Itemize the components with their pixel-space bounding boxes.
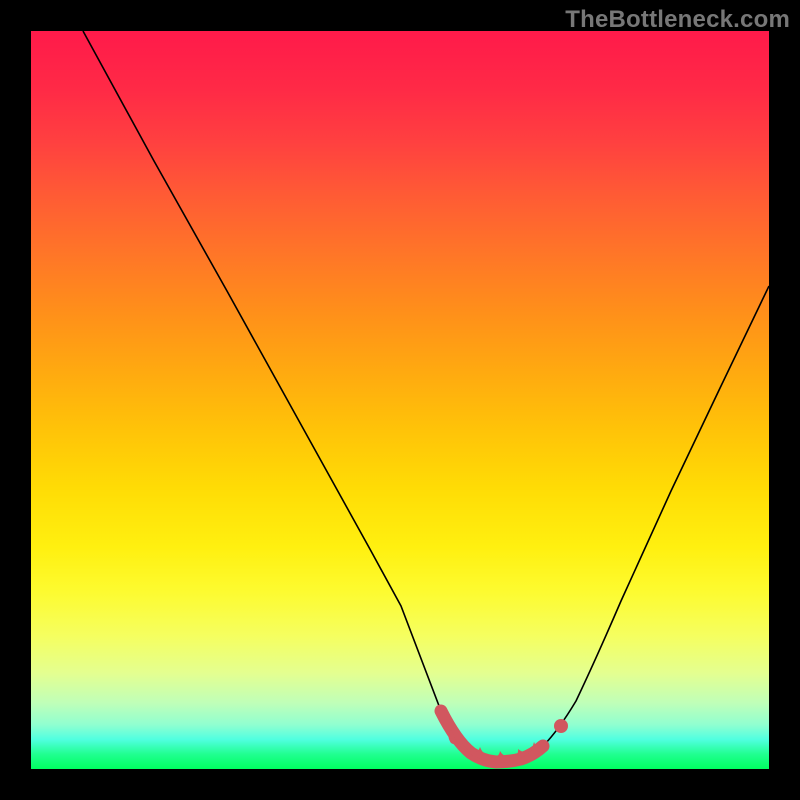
watermark-text: TheBottleneck.com	[565, 6, 790, 34]
bottleneck-curve	[83, 31, 769, 762]
chart-container: TheBottleneck.com	[0, 0, 800, 800]
highlight-end-dot	[554, 719, 568, 733]
chart-svg	[31, 31, 769, 769]
